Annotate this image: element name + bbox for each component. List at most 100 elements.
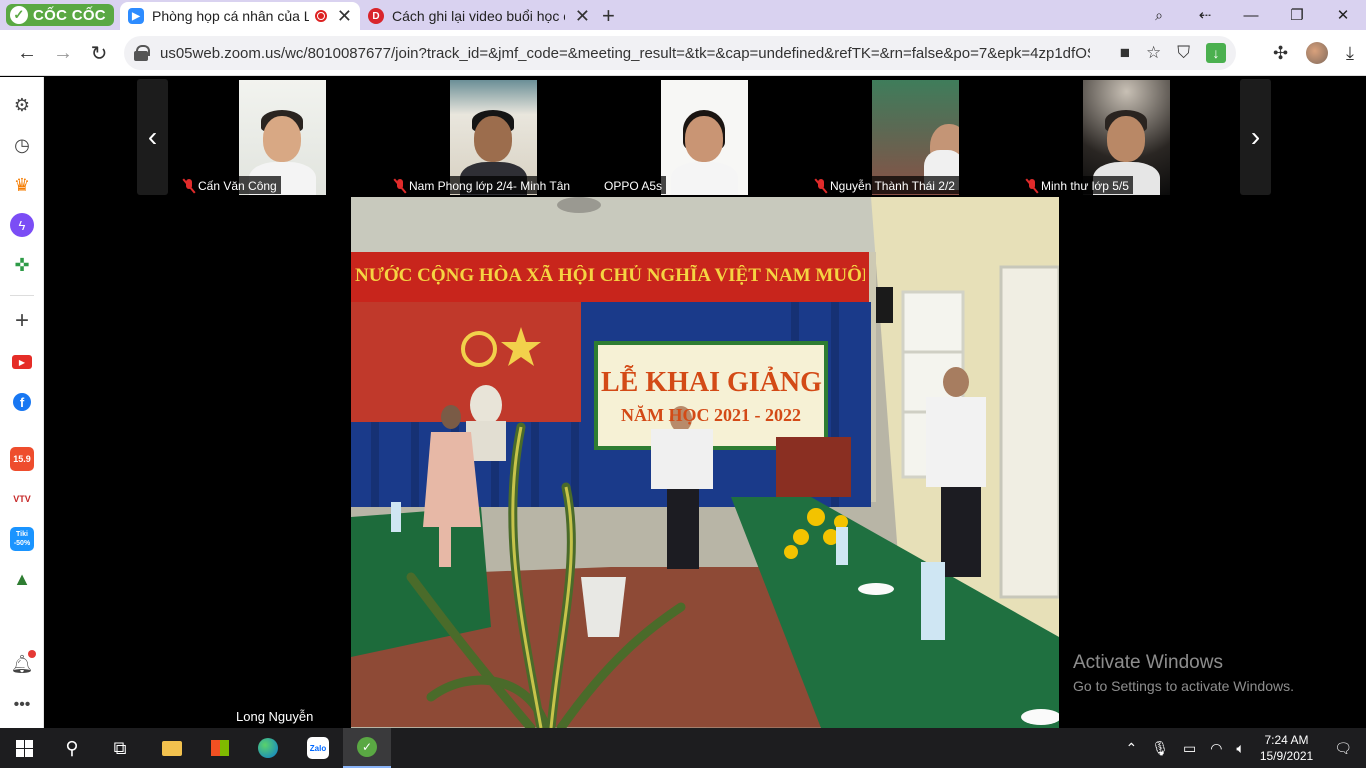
bell-icon[interactable]: 🔔︎ [10, 650, 36, 676]
mic-muted-icon [815, 178, 827, 193]
active-speaker-name: Long Nguyễn [231, 706, 319, 726]
zoom-meeting-view: ‹ › Cấn Văn Công Nam Phong lớp 2/4- Minh… [44, 77, 1366, 728]
settings-icon[interactable]: ⚙ [10, 93, 34, 117]
participant-name-tag: OPPO A5s [600, 176, 667, 194]
tab-title: Phòng họp cá nhân của L [152, 8, 310, 24]
tab-title: Cách ghi lại video buổi học o [392, 8, 565, 24]
close-icon[interactable]: ✕ [1320, 6, 1366, 24]
address-bar-icons: ■ ☆ ⛉ ↓ [1120, 36, 1226, 70]
savior-download-icon[interactable]: ↓ [1206, 43, 1226, 63]
participant-video[interactable] [661, 80, 748, 195]
next-page-button[interactable]: › [1240, 79, 1271, 195]
history-icon[interactable]: ◷ [10, 133, 34, 157]
extensions-icon[interactable]: ✣ [1273, 43, 1288, 64]
youtube-icon[interactable]: ▶ [10, 350, 34, 374]
url-text: us05web.zoom.us/wc/8010087677/join?track… [160, 44, 1090, 62]
site-favicon-icon: D [368, 8, 384, 24]
crown-icon[interactable]: ♛ [10, 173, 34, 197]
edge-icon[interactable] [244, 728, 292, 768]
coccoc-menu-button[interactable]: ✓ CỐC CỐC [6, 4, 114, 26]
search-icon[interactable]: ⚲ [48, 728, 96, 768]
search-tabs-icon[interactable]: ⌕ [1136, 7, 1182, 24]
address-bar[interactable]: us05web.zoom.us/wc/8010087677/join?track… [124, 36, 1236, 70]
participant-name-tag: Nam Phong lớp 2/4- Minh Tân [390, 176, 575, 194]
shield-icon[interactable]: ⛉ [1177, 43, 1190, 63]
sidebar-divider [10, 295, 34, 296]
lock-icon[interactable] [134, 45, 150, 61]
windows-activation-watermark: Activate Windows Go to Settings to activ… [1073, 652, 1294, 694]
watermark-line1: Activate Windows [1073, 652, 1223, 673]
stage-board-title: LỄ KHAI GIẢNG [601, 367, 822, 398]
participant-name: OPPO A5s [604, 178, 663, 193]
file-explorer-icon[interactable] [148, 728, 196, 768]
participant-name-tag: Minh thư lớp 5/5 [1022, 176, 1133, 194]
notification-dot [28, 650, 36, 658]
brand-label: CỐC CỐC [33, 6, 106, 24]
zoom-favicon-icon: ▶ [128, 8, 144, 24]
facebook-icon[interactable]: f [10, 390, 34, 414]
tab-back-icon[interactable]: ⇠ [1182, 6, 1228, 24]
battery-icon[interactable]: ▭ [1183, 740, 1196, 757]
notifications-icon[interactable]: 🗨︎ [1334, 740, 1352, 757]
restore-icon[interactable]: ❐ [1274, 6, 1320, 24]
mic-muted-icon [183, 178, 195, 193]
taskbar-clock[interactable]: 7:24 AM 15/9/2021 [1260, 732, 1313, 764]
more-icon[interactable]: ••• [10, 693, 34, 717]
tab-zoom-meeting[interactable]: ▶ Phòng họp cá nhân của L ✕ [120, 2, 360, 30]
coccoc-taskbar-icon[interactable]: ✓ [343, 728, 391, 768]
tab-close-icon[interactable]: ✕ [337, 6, 352, 27]
bookmark-star-icon[interactable]: ☆ [1146, 43, 1161, 63]
reload-button[interactable]: ↻ [84, 38, 114, 68]
gamepad-icon[interactable]: ✜ [10, 253, 34, 277]
new-tab-button[interactable]: + [602, 3, 615, 29]
active-speaker-video[interactable]: NƯỚC CỘNG HÒA XÃ HỘI CHỦ NGHĨA VIỆT NAM … [351, 197, 1059, 728]
windows-taskbar: ⚲ ⧉ Zalo ✓ ⌃ 🎙︎ ▭ ◠ 🔈︎ 7:24 AM 15/9/2021… [0, 728, 1366, 768]
microsoft-store-icon[interactable] [196, 728, 244, 768]
shopee-icon[interactable]: 15.9 [10, 447, 34, 471]
zalo-label: Zalo [307, 737, 329, 759]
back-button[interactable]: ← [12, 38, 42, 68]
participant-name: Cấn Văn Công [198, 178, 277, 193]
prev-page-button[interactable]: ‹ [137, 79, 168, 195]
camera-icon[interactable]: ■ [1120, 43, 1130, 63]
zalo-icon[interactable]: Zalo [294, 728, 342, 768]
mic-muted-icon [394, 178, 406, 193]
coccoc-logo-icon: ✓ [10, 6, 28, 24]
vtv-label: VTV [13, 494, 31, 504]
browser-toolbar: ← → ↻ us05web.zoom.us/wc/8010087677/join… [0, 30, 1366, 76]
window-controls: ⌕ ⇠ — ❐ ✕ [1136, 0, 1366, 30]
participant-name-tag: Cấn Văn Công [179, 176, 281, 194]
participant-name: Nguyễn Thành Thái 2/2 [830, 178, 955, 193]
tiki-label: Tiki -50% [13, 531, 31, 547]
volume-icon[interactable]: 🔈︎ [1236, 740, 1244, 757]
messenger-icon[interactable]: ϟ [10, 213, 34, 237]
tab-close-icon[interactable]: ✕ [575, 6, 590, 27]
windows-start-icon[interactable] [0, 728, 48, 768]
recording-indicator-icon [315, 10, 327, 22]
participant-name: Minh thư lớp 5/5 [1041, 178, 1129, 193]
tiki-icon[interactable]: Tiki -50% [10, 527, 34, 551]
mic-muted-icon [1026, 178, 1038, 193]
toolbar-right: ✣ ⤓ [1273, 38, 1354, 68]
hat-icon[interactable]: ▲ [10, 567, 34, 591]
minimize-icon[interactable]: — [1228, 7, 1274, 24]
forward-button[interactable]: → [48, 38, 78, 68]
vtv-go-icon[interactable]: VTV [10, 487, 34, 511]
shopee-label: 15.9 [13, 454, 31, 464]
downloads-icon[interactable]: ⤓ [1346, 43, 1354, 64]
wifi-icon[interactable]: ◠ [1210, 740, 1222, 757]
clock-time: 7:24 AM [1264, 733, 1309, 747]
stage-board-subtitle: NĂM HỌC 2021 - 2022 [621, 405, 801, 425]
browser-tab-strip: ✓ CỐC CỐC ▶ Phòng họp cá nhân của L ✕ D … [0, 0, 1366, 30]
tab-video-guide[interactable]: D Cách ghi lại video buổi học o ✕ [360, 2, 598, 30]
clock-date: 15/9/2021 [1259, 749, 1314, 763]
watermark-line2: Go to Settings to activate Windows. [1073, 678, 1294, 694]
stage-banner-text: NƯỚC CỘNG HÒA XÃ HỘI CHỦ NGHĨA VIỆT NAM … [355, 265, 865, 286]
microphone-icon[interactable]: 🎙︎ [1151, 740, 1169, 757]
participant-name-tag: Nguyễn Thành Thái 2/2 [811, 176, 959, 194]
task-view-icon[interactable]: ⧉ [96, 728, 144, 768]
profile-avatar[interactable] [1306, 42, 1329, 64]
tray-chevron-icon[interactable]: ⌃ [1125, 740, 1137, 757]
system-tray: ⌃ 🎙︎ ▭ ◠ 🔈︎ 7:24 AM 15/9/2021 🗨︎ [1118, 728, 1366, 768]
add-icon[interactable]: + [10, 307, 34, 334]
